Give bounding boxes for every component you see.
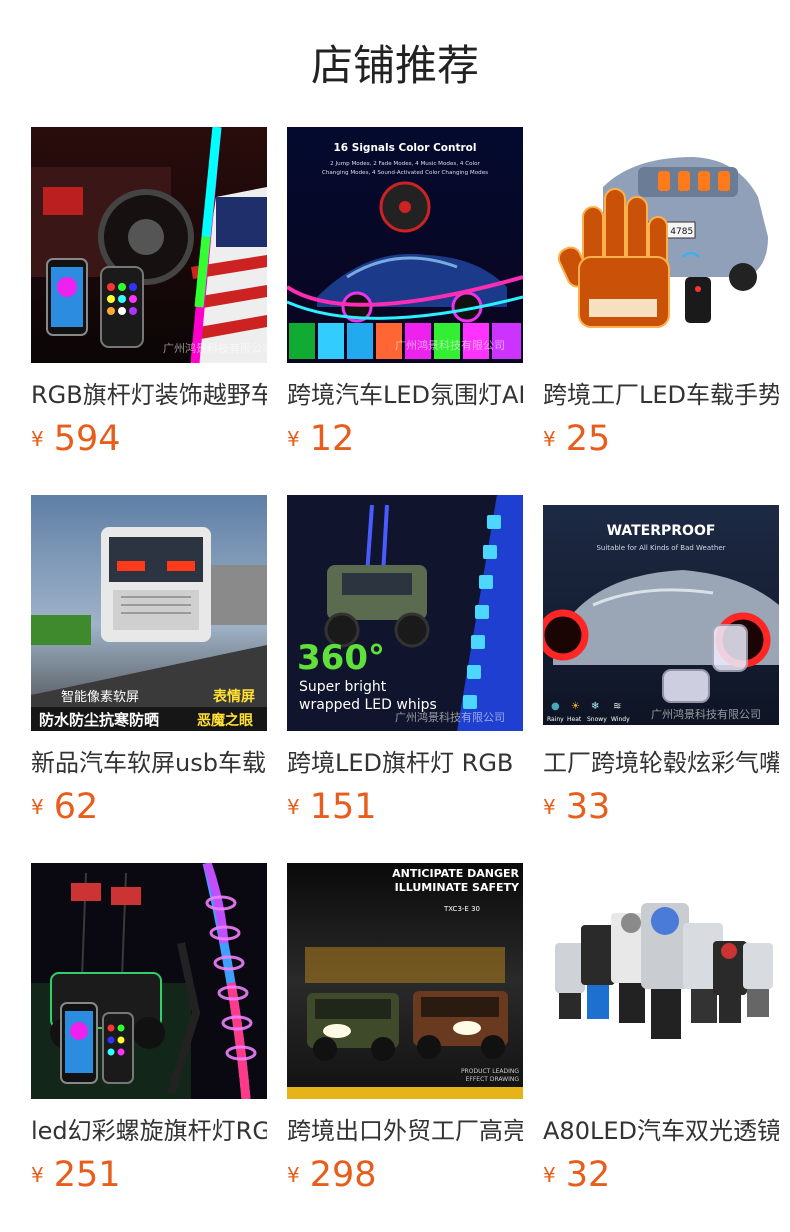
weather-label-windy: Windy [611, 716, 630, 723]
price-value: 298 [309, 1155, 377, 1195]
currency-symbol: ¥ [543, 795, 556, 819]
product-card[interactable]: 智能像素软屏 表情屏 防水防尘抗寒防晒 恶魔之眼 新品汽车软屏usb车载 ¥62 [31, 495, 267, 835]
price-value: 62 [53, 787, 99, 827]
price-value: 151 [309, 787, 377, 827]
image-caption: 表情屏 [212, 688, 255, 705]
product-name[interactable]: A80LED汽车双光透镜 [543, 1115, 779, 1147]
image-footnote: EFFECT DRAWING [466, 1076, 520, 1083]
product-price: ¥594 [31, 417, 121, 461]
product-price: ¥32 [543, 1153, 610, 1197]
product-name[interactable]: 跨境汽车LED氛围灯APP [287, 379, 523, 411]
product-card[interactable]: ANTICIPATE DANGER ILLUMINATE SAFETY TXC3… [287, 863, 523, 1203]
image-caption: 恶魔之眼 [197, 712, 253, 729]
product-price: ¥251 [31, 1153, 121, 1197]
price-value: 25 [565, 419, 611, 459]
product-image[interactable]: WATERPROOF Suitable for All Kinds of Bad… [543, 495, 779, 731]
image-headline: 360° [297, 638, 385, 678]
image-headline: 16 Signals Color Control [334, 142, 477, 154]
product-card[interactable]: 广州鸿景科技有限公司 RGB旗杆灯装饰越野车 ¥594 [31, 127, 267, 467]
product-name[interactable]: 跨境LED旗杆灯 RGB [287, 747, 523, 779]
price-value: 32 [565, 1155, 611, 1195]
product-image[interactable] [543, 863, 779, 1099]
price-value: 594 [53, 419, 121, 459]
currency-symbol: ¥ [543, 1163, 556, 1187]
image-caption: 防水防尘抗寒防晒 [39, 711, 159, 729]
product-image[interactable]: 360° Super bright wrapped LED whips 广州鸿景… [287, 495, 523, 731]
product-card[interactable]: M·FH 4785 跨境工厂LED车载手势灯 ¥25 [543, 127, 779, 467]
product-price: ¥62 [31, 785, 98, 829]
product-name[interactable]: 工厂跨境轮毂炫彩气嘴灯 [543, 747, 779, 779]
currency-symbol: ¥ [287, 795, 300, 819]
currency-symbol: ¥ [31, 427, 44, 451]
product-card[interactable]: WATERPROOF Suitable for All Kinds of Bad… [543, 495, 779, 835]
watermark-text: 广州鸿景科技有限公司 [395, 710, 505, 724]
wind-icon: ≋ [613, 701, 621, 712]
image-footnote: PRODUCT LEADING [461, 1068, 519, 1075]
page-title: 店铺推荐 [310, 41, 479, 90]
product-price: ¥151 [287, 785, 377, 829]
image-caption: 智能像素软屏 [61, 690, 139, 705]
product-name[interactable]: RGB旗杆灯装饰越野车 [31, 379, 267, 411]
currency-symbol: ¥ [31, 1163, 44, 1187]
sun-icon: ☀ [571, 701, 580, 712]
product-price: ¥33 [543, 785, 610, 829]
product-card[interactable]: 360° Super bright wrapped LED whips 广州鸿景… [287, 495, 523, 835]
product-image[interactable]: 16 Signals Color Control 2 Jump Modes, 2… [287, 127, 523, 363]
product-name[interactable]: 新品汽车软屏usb车载 [31, 747, 267, 779]
rain-icon: ● [551, 701, 560, 712]
product-name[interactable]: led幻彩螺旋旗杆灯RGB [31, 1115, 267, 1147]
image-subline: Super bright [299, 679, 387, 695]
price-value: 12 [309, 419, 355, 459]
watermark-text: 广州鸿景科技有限公司 [395, 338, 505, 352]
weather-label-heat: Heat [567, 716, 582, 723]
image-subline: Changing Modes, 4 Sound-Activated Color … [322, 170, 488, 176]
product-card[interactable]: 16 Signals Color Control 2 Jump Modes, 2… [287, 127, 523, 467]
product-image[interactable]: ANTICIPATE DANGER ILLUMINATE SAFETY TXC3… [287, 863, 523, 1099]
model-label: TXC3-E 30 [443, 905, 480, 913]
product-price: ¥25 [543, 417, 610, 461]
product-image[interactable]: 智能像素软屏 表情屏 防水防尘抗寒防晒 恶魔之眼 [31, 495, 267, 731]
image-headline: WATERPROOF [607, 523, 716, 539]
product-price: ¥12 [287, 417, 354, 461]
product-card[interactable]: A80LED汽车双光透镜 ¥32 [543, 863, 779, 1203]
product-image[interactable]: 广州鸿景科技有限公司 [31, 127, 267, 363]
currency-symbol: ¥ [287, 1163, 300, 1187]
image-subline: Suitable for All Kinds of Bad Weather [596, 544, 725, 552]
product-name[interactable]: 跨境工厂LED车载手势灯 [543, 379, 779, 411]
price-value: 251 [53, 1155, 121, 1195]
currency-symbol: ¥ [31, 795, 44, 819]
watermark-text: 广州鸿景科技有限公司 [163, 341, 267, 355]
currency-symbol: ¥ [287, 427, 300, 451]
image-headline: ANTICIPATE DANGER [392, 867, 519, 880]
snowflake-icon: ❄ [591, 701, 599, 712]
image-headline: ILLUMINATE SAFETY [395, 881, 520, 894]
price-value: 33 [565, 787, 611, 827]
product-image[interactable] [31, 863, 267, 1099]
currency-symbol: ¥ [543, 427, 556, 451]
weather-label-snowy: Snowy [587, 716, 607, 723]
image-subline: 2 Jump Modes, 2 Fade Modes, 4 Music Mode… [330, 161, 480, 167]
weather-label-rainy: Rainy [547, 716, 564, 723]
product-name[interactable]: 跨境出口外贸工厂高亮 [287, 1115, 523, 1147]
product-card[interactable]: led幻彩螺旋旗杆灯RGB ¥251 [31, 863, 267, 1203]
product-price: ¥298 [287, 1153, 377, 1197]
watermark-text: 广州鸿景科技有限公司 [651, 707, 761, 721]
product-image[interactable]: M·FH 4785 [543, 127, 779, 363]
